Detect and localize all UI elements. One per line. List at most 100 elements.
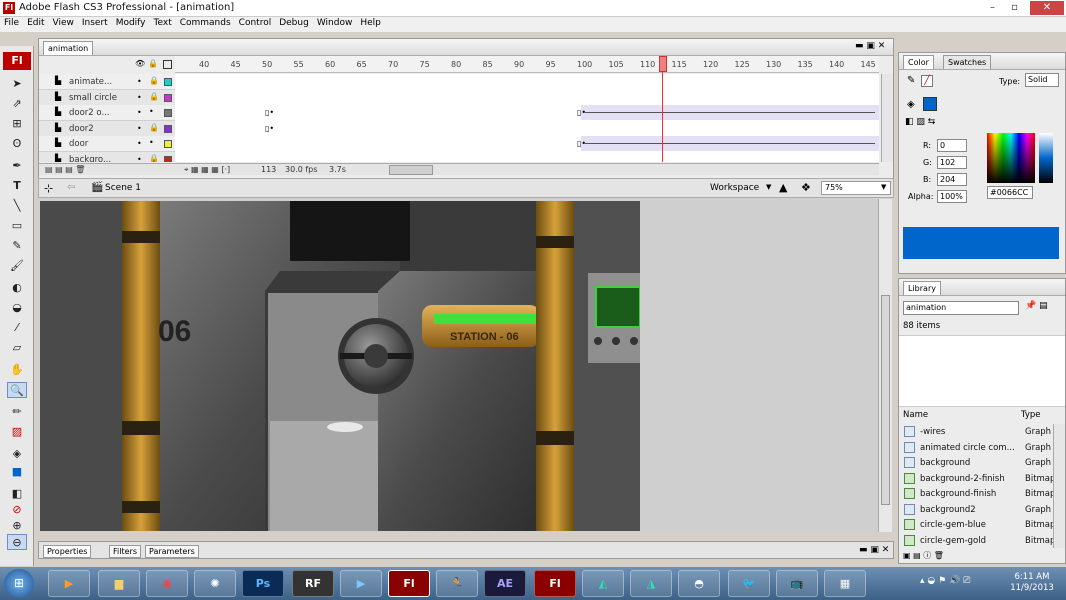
free-transform-icon[interactable]: ⊞ [7, 116, 27, 132]
stroke-pencil-icon[interactable]: ✎ [907, 75, 915, 86]
library-col-name[interactable]: Name [903, 410, 928, 420]
layer-color-swatch[interactable] [164, 109, 172, 117]
layer-color-swatch[interactable] [164, 78, 172, 86]
library-col-type[interactable]: Type [1021, 410, 1041, 420]
library-footer-icons[interactable]: ▣ ▤ ⓘ 🗑 [903, 550, 944, 561]
tab-animation[interactable]: animation [43, 41, 94, 55]
zoom-in-icon[interactable]: ⊕ [7, 518, 27, 534]
library-item[interactable]: circle-gem-blue Bitmap [901, 517, 1053, 532]
back-icon[interactable]: ⇦ [67, 182, 75, 193]
menu-edit[interactable]: Edit [23, 17, 48, 28]
menu-view[interactable]: View [49, 17, 78, 28]
color-spectrum-picker[interactable] [987, 133, 1035, 183]
lasso-tool-icon[interactable]: ʘ [7, 136, 27, 152]
tween-span[interactable] [581, 105, 879, 120]
hand-tool-icon[interactable]: ✋ [7, 362, 27, 378]
type-select[interactable]: Solid [1025, 73, 1059, 87]
fill-bucket-icon[interactable]: ◈ [907, 99, 915, 110]
line-tool-icon[interactable]: ╲ [7, 198, 27, 214]
black-white-icon[interactable]: ◧ [7, 486, 27, 502]
app-icon-bird[interactable]: 🐦 [728, 570, 770, 597]
fill-swatch-icon[interactable]: ■ [7, 464, 27, 480]
tray-icons[interactable]: ▴ ◒ ⚑ 🔊 ⎚ [920, 576, 970, 586]
alpha-field[interactable] [937, 190, 967, 203]
eye-icon[interactable]: 👁 [135, 59, 145, 68]
tab-color[interactable]: Color [903, 55, 934, 69]
layer-row[interactable]: ▙ door2 • 🔒 ▯• [39, 120, 879, 137]
panel-minimize-icon[interactable]: ▬ ▣ ✕ [855, 41, 885, 51]
outline-icon[interactable] [163, 60, 172, 69]
menu-debug[interactable]: Debug [275, 17, 313, 28]
timeline-hscroll[interactable] [389, 165, 433, 175]
camtasia-icon[interactable]: ▶ [340, 570, 382, 597]
minimize-icon[interactable]: – [984, 1, 1001, 15]
scene-label[interactable]: Scene 1 [105, 183, 141, 193]
add-layer-icon[interactable]: ▤ ▤ ▤ 🗑 [45, 165, 85, 174]
eyedropper-icon[interactable]: ⁄ [7, 320, 27, 336]
after-effects-icon[interactable]: AE [484, 570, 526, 597]
layer-frames[interactable] [175, 74, 879, 90]
visibility-dot-icon[interactable]: • [137, 139, 142, 148]
stage-vscroll-thumb[interactable] [881, 295, 890, 505]
brightness-slider[interactable] [1039, 133, 1053, 183]
edit-scene-icon[interactable]: ❖ [801, 181, 811, 194]
edit-symbols-icon[interactable]: ▲ [779, 181, 787, 194]
selection-tool-icon[interactable]: ➤ [7, 76, 27, 92]
layer-name[interactable]: door [69, 139, 88, 149]
layer-name[interactable]: animate... [69, 77, 112, 87]
zoom-out-icon[interactable]: ⊖ [7, 534, 27, 550]
tab-library[interactable]: Library [903, 281, 941, 295]
menu-modify[interactable]: Modify [112, 17, 150, 28]
layer-color-swatch[interactable] [164, 124, 172, 133]
library-item[interactable]: -wires Graph [901, 424, 1051, 439]
pencil-tool-icon[interactable]: ✎ [7, 238, 27, 254]
ink-bottle-icon[interactable]: ◐ [7, 280, 27, 296]
swap-colors-icon[interactable]: ◧ ▨ ⇆ [905, 117, 935, 127]
tab-properties[interactable]: Properties [43, 545, 92, 558]
flash-taskbar-icon[interactable]: Fl [388, 570, 430, 597]
lock-icon[interactable]: 🔒 [148, 59, 158, 68]
menu-commands[interactable]: Commands [176, 17, 235, 28]
workspace-dropdown[interactable]: Workspace [710, 183, 759, 193]
start-button-icon[interactable]: ⊞ [4, 569, 34, 598]
realflow-icon[interactable]: RF [292, 570, 334, 597]
app-icon-blender[interactable]: ✺ [194, 570, 236, 597]
keyframe-icon[interactable]: ▯• [265, 124, 274, 133]
tab-filters[interactable]: Filters [109, 545, 141, 558]
fill-icon[interactable]: ◈ [7, 446, 27, 462]
stage-canvas[interactable]: 06 STATION - 06 [40, 201, 640, 531]
lock-state-icon[interactable]: • [149, 138, 154, 147]
library-source-select[interactable]: animation [903, 301, 1019, 315]
menu-insert[interactable]: Insert [78, 17, 112, 28]
explorer-icon[interactable]: ▆ [98, 570, 140, 597]
library-vscroll[interactable] [1053, 424, 1065, 548]
menu-text[interactable]: Text [150, 17, 176, 28]
app-icon-tv[interactable]: 📺 [776, 570, 818, 597]
workspace-dropdown-arrow[interactable]: ▼ [766, 183, 771, 191]
layer-frames[interactable]: ▯• [175, 136, 879, 152]
layer-frames[interactable] [175, 151, 879, 162]
layer-row[interactable]: ▙ small circle • 🔒 [39, 89, 879, 106]
new-library-panel-icon[interactable]: 📌 ▤ [1025, 301, 1048, 311]
visibility-dot-icon[interactable]: • [137, 77, 142, 86]
lock-state-icon[interactable]: 🔒 [149, 154, 159, 163]
layer-color-swatch[interactable] [164, 155, 172, 162]
properties-panel-controls-icon[interactable]: ▬ ▣ ✕ [859, 545, 889, 555]
layer-frames[interactable]: ▯• ▯• [175, 105, 879, 121]
system-clock[interactable]: 6:11 AM 11/9/2013 [1002, 572, 1062, 594]
library-item[interactable]: background-finish Bitmap [901, 486, 1053, 501]
lock-state-icon[interactable]: 🔒 [149, 92, 159, 101]
visibility-dot-icon[interactable]: • [137, 108, 142, 117]
character-animator-icon[interactable]: 🏃 [436, 570, 478, 597]
stroke-swatch-icon[interactable]: ▨ [7, 424, 27, 440]
layer-color-swatch[interactable] [164, 140, 172, 148]
eraser-tool-icon[interactable]: ▱ [7, 340, 27, 356]
mudbox-icon[interactable]: ◮ [630, 570, 672, 597]
visibility-dot-icon[interactable]: • [137, 155, 142, 163]
lock-state-icon[interactable]: • [149, 107, 154, 116]
brush-tool-icon[interactable]: 🖌 [7, 258, 27, 274]
timeline-vscroll[interactable] [881, 74, 893, 162]
tab-parameters[interactable]: Parameters [145, 545, 199, 558]
visibility-dot-icon[interactable]: • [137, 93, 142, 102]
layer-color-swatch[interactable] [164, 93, 172, 102]
